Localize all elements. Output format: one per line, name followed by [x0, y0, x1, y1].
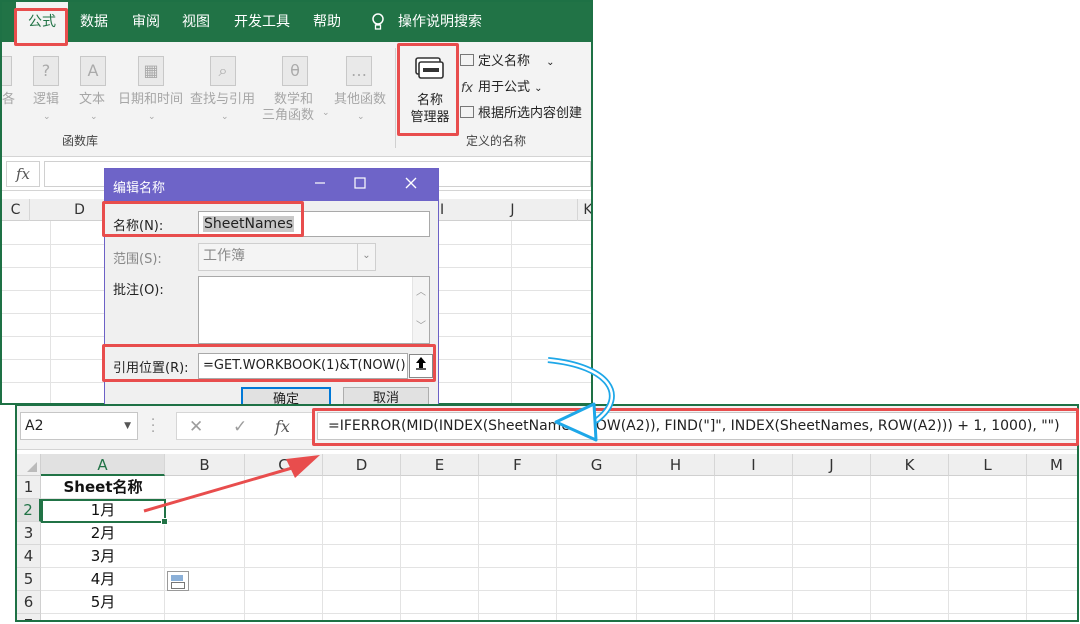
- red-arrow: [143, 455, 320, 513]
- curved-arrow: [547, 357, 615, 442]
- annotation-arrows: [143, 357, 615, 513]
